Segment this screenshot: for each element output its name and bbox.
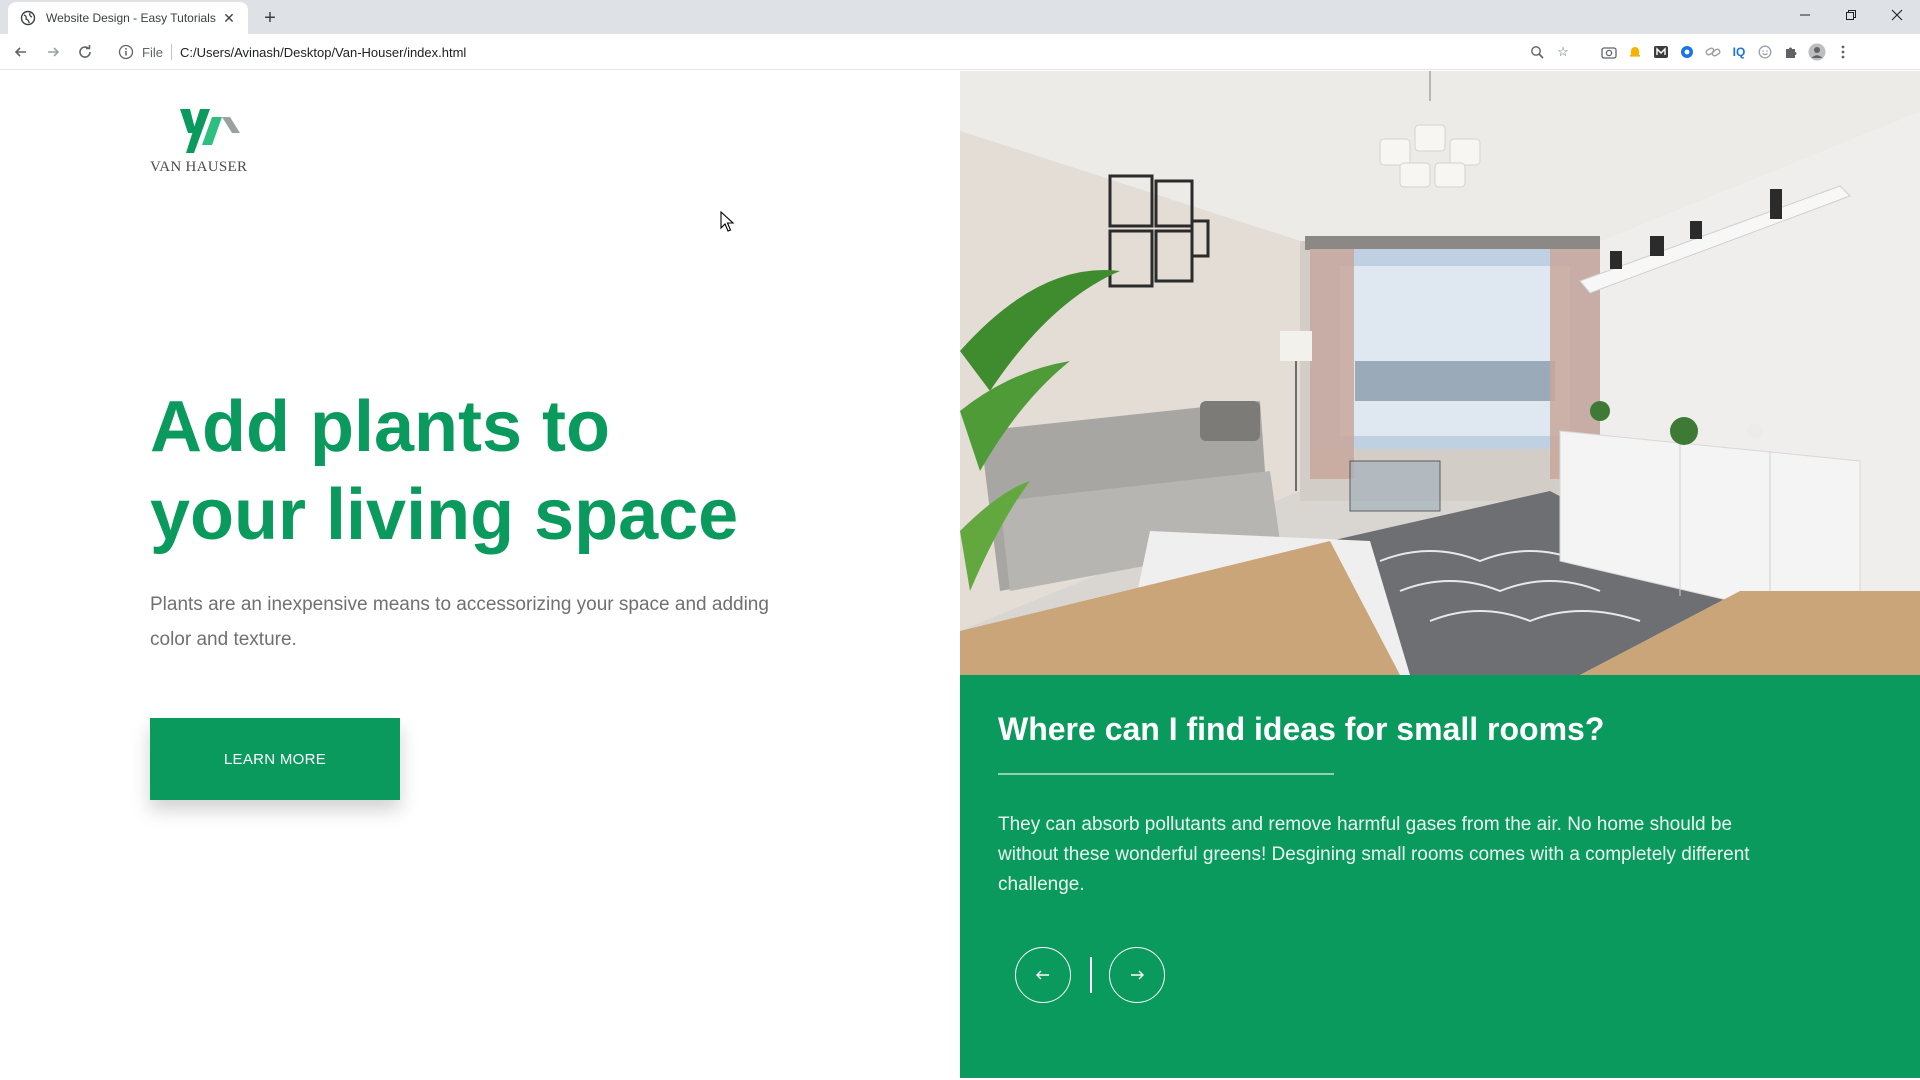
feature-panel: Where can I find ideas for small rooms? … bbox=[960, 71, 1920, 1078]
camera-icon[interactable] bbox=[1596, 39, 1622, 65]
back-icon[interactable] bbox=[8, 39, 34, 65]
webpage: VAN HAUSER Add plants to your living spa… bbox=[0, 71, 1920, 1078]
learn-more-button[interactable]: LEARN MORE bbox=[150, 718, 400, 800]
mouse-cursor-icon bbox=[720, 211, 735, 232]
browser-toolbar: File C:/Users/Avinash/Desktop/Van-Houser… bbox=[0, 34, 1920, 70]
card-title: Where can I find ideas for small rooms? bbox=[998, 711, 1605, 747]
close-tab-icon[interactable]: ✕ bbox=[220, 9, 238, 27]
bookmark-star-icon[interactable]: ☆ bbox=[1550, 39, 1576, 65]
restore-icon[interactable] bbox=[1828, 0, 1874, 30]
smiley-extension-icon[interactable] bbox=[1752, 39, 1778, 65]
logo-text: VAN HAUSER bbox=[150, 159, 248, 175]
profile-avatar-icon[interactable] bbox=[1804, 39, 1830, 65]
living-room-illustration bbox=[960, 71, 1920, 675]
logo-mark-icon bbox=[180, 109, 240, 153]
url-text[interactable]: C:/Users/Avinash/Desktop/Van-Houser/inde… bbox=[180, 45, 466, 60]
address-divider bbox=[170, 44, 172, 60]
card-body: They can absorb pollutants and remove ha… bbox=[998, 814, 1750, 895]
close-window-icon[interactable] bbox=[1874, 0, 1920, 30]
info-icon[interactable] bbox=[118, 44, 134, 60]
address-scheme-label: File bbox=[142, 44, 163, 60]
extensions-bar: IQ bbox=[1596, 39, 1856, 65]
brand-logo[interactable]: VAN HAUSER bbox=[150, 107, 260, 179]
window-controls bbox=[1782, 0, 1920, 30]
iq-extension-icon[interactable]: IQ bbox=[1726, 39, 1752, 65]
bell-extension-icon[interactable] bbox=[1622, 39, 1648, 65]
arrow-right-icon bbox=[1131, 970, 1144, 980]
mail-extension-icon[interactable] bbox=[1648, 39, 1674, 65]
address-bar-actions: ☆ bbox=[1524, 39, 1576, 65]
previous-slide-button[interactable] bbox=[1015, 947, 1071, 1003]
hero-section: VAN HAUSER Add plants to your living spa… bbox=[0, 71, 960, 1078]
zoom-icon[interactable] bbox=[1524, 39, 1550, 65]
next-slide-button[interactable] bbox=[1109, 947, 1165, 1003]
globe-icon bbox=[20, 10, 36, 26]
link-extension-icon[interactable] bbox=[1700, 39, 1726, 65]
hero-title-line-1: Add plants to bbox=[150, 387, 610, 467]
forward-icon[interactable] bbox=[40, 39, 66, 65]
hero-description: Plants are an inexpensive means to acces… bbox=[150, 594, 769, 650]
browser-menu-icon[interactable] bbox=[1830, 39, 1856, 65]
hero-title-line-2: your living space bbox=[150, 475, 739, 555]
hero-title: Add plants to your living space bbox=[150, 383, 850, 559]
new-tab-button[interactable]: + bbox=[258, 6, 282, 30]
puzzle-extensions-icon[interactable] bbox=[1778, 39, 1804, 65]
tab-title: Website Design - Easy Tutorials bbox=[46, 11, 216, 25]
living-room-photo bbox=[960, 71, 1920, 675]
browser-tab[interactable]: Website Design - Easy Tutorials ✕ bbox=[8, 2, 248, 34]
slider-separator bbox=[1090, 957, 1092, 993]
reload-icon[interactable] bbox=[72, 39, 98, 65]
address-bar[interactable]: File C:/Users/Avinash/Desktop/Van-Houser… bbox=[112, 38, 1544, 66]
minimize-icon[interactable] bbox=[1782, 0, 1828, 30]
blue-shield-extension-icon[interactable] bbox=[1674, 39, 1700, 65]
card-divider bbox=[998, 773, 1334, 775]
browser-tab-strip: Website Design - Easy Tutorials ✕ + bbox=[0, 0, 1920, 34]
arrow-left-icon bbox=[1036, 970, 1049, 980]
